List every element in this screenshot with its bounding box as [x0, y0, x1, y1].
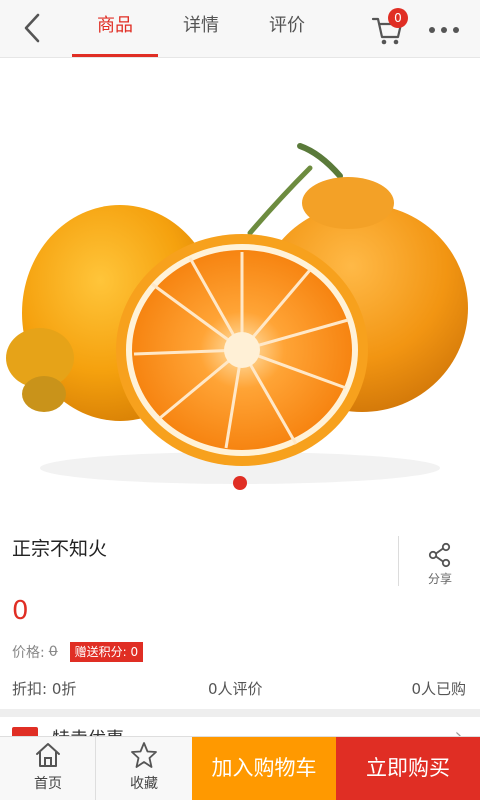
cart-count-badge: 0 — [388, 8, 408, 28]
share-button[interactable]: 分享 — [410, 540, 470, 586]
price-row: 价格: 0 赠送积分: 0 — [12, 642, 144, 662]
discount-text: 折扣: 0折 — [12, 680, 77, 698]
buy-now-button[interactable]: 立即购买 — [336, 737, 480, 800]
review-count: 0人评价 — [208, 680, 263, 698]
current-price: 0 — [12, 596, 29, 626]
promo-row[interactable]: 特卖优惠 › — [0, 717, 480, 737]
price-label: 价格: — [12, 645, 45, 661]
tab-reviews[interactable]: 评价 — [244, 0, 330, 58]
bottom-action-bar: 首页 收藏 加入购物车 立即购买 — [0, 736, 480, 800]
active-tab-indicator — [72, 54, 158, 57]
title-share-divider — [398, 536, 399, 586]
back-chevron-icon[interactable] — [18, 11, 48, 45]
tab-goods[interactable]: 商品 — [72, 0, 158, 58]
top-nav-bar: 商品 详情 评价 0 — [0, 0, 480, 58]
share-label: 分享 — [427, 572, 452, 586]
share-icon — [428, 542, 451, 568]
star-icon — [131, 742, 157, 768]
home-label: 首页 — [34, 776, 62, 792]
add-to-cart-button[interactable]: 加入购物车 — [192, 737, 336, 800]
product-stats-row: 折扣: 0折 0人评价 0人已购 — [0, 678, 480, 702]
original-price: 0 — [48, 644, 58, 660]
favorite-button[interactable]: 收藏 — [96, 737, 192, 800]
carousel-indicator-dot[interactable] — [233, 476, 247, 490]
section-separator — [0, 709, 480, 717]
product-image — [6, 143, 468, 484]
more-dots-icon[interactable] — [428, 26, 460, 34]
tab-details[interactable]: 详情 — [158, 0, 244, 58]
product-title: 正宗不知火 — [12, 538, 108, 560]
purchase-count: 0人已购 — [411, 680, 466, 698]
product-image-carousel[interactable] — [0, 58, 480, 518]
home-icon — [36, 743, 60, 767]
points-badge: 赠送积分: 0 — [69, 642, 144, 662]
home-button[interactable]: 首页 — [0, 737, 96, 800]
favorite-label: 收藏 — [130, 776, 158, 792]
